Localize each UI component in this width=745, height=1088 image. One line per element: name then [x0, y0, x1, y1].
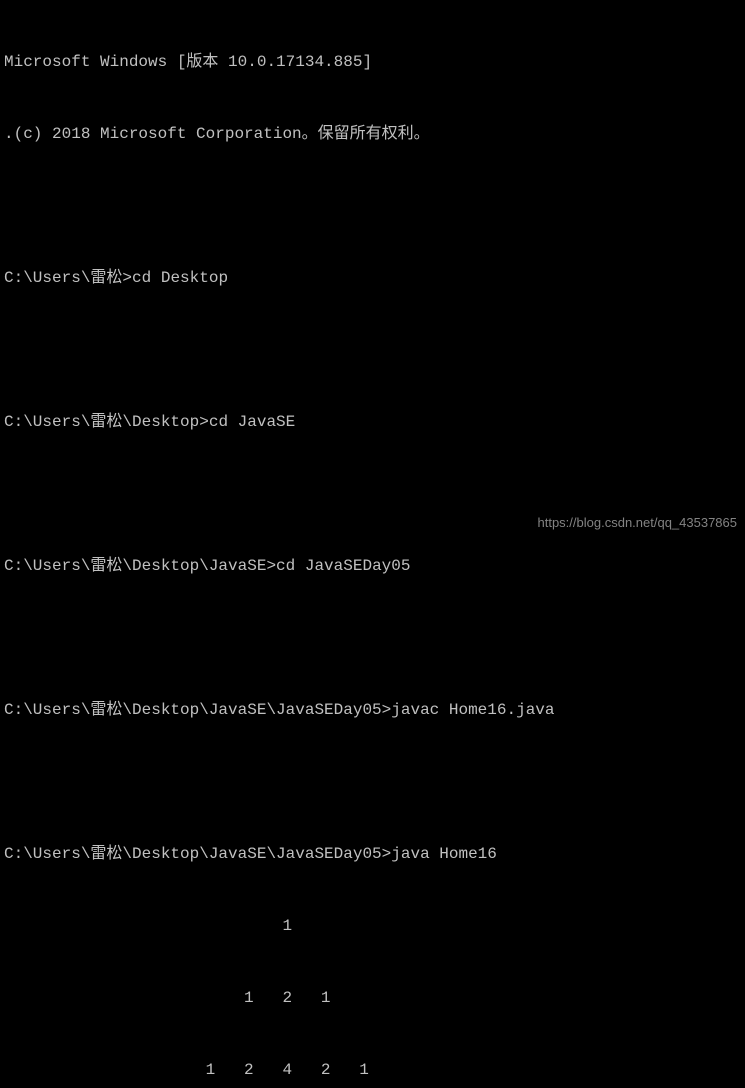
version-line: Microsoft Windows [版本 10.0.17134.885]	[4, 50, 741, 74]
command-line: C:\Users\雷松\Desktop>cd JavaSE	[4, 410, 741, 434]
command-line: C:\Users\雷松\Desktop\JavaSE>cd JavaSEDay0…	[4, 554, 741, 578]
prompt: C:\Users\雷松\Desktop\JavaSE>	[4, 557, 276, 575]
output-row: 1 2 4 2 1	[4, 1058, 741, 1082]
blank-line	[4, 338, 741, 362]
prompt: C:\Users\雷松>	[4, 269, 132, 287]
command-line: C:\Users\雷松\Desktop\JavaSE\JavaSEDay05>j…	[4, 698, 741, 722]
output-row: 1 2 1	[4, 986, 741, 1010]
command-text: java Home16	[391, 845, 497, 863]
command-text: cd Desktop	[132, 269, 228, 287]
prompt: C:\Users\雷松\Desktop\JavaSE\JavaSEDay05>	[4, 701, 391, 719]
output-row: 1	[4, 914, 741, 938]
command-line: C:\Users\雷松\Desktop\JavaSE\JavaSEDay05>j…	[4, 842, 741, 866]
command-text: cd JavaSEDay05	[276, 557, 410, 575]
blank-line	[4, 194, 741, 218]
watermark-text: https://blog.csdn.net/qq_43537865	[538, 513, 738, 533]
prompt: C:\Users\雷松\Desktop>	[4, 413, 209, 431]
command-text: javac Home16.java	[391, 701, 554, 719]
terminal-output[interactable]: Microsoft Windows [版本 10.0.17134.885] .(…	[4, 2, 741, 1088]
command-line: C:\Users\雷松>cd Desktop	[4, 266, 741, 290]
blank-line	[4, 626, 741, 650]
blank-line	[4, 770, 741, 794]
command-text: cd JavaSE	[209, 413, 295, 431]
copyright-line: .(c) 2018 Microsoft Corporation。保留所有权利。	[4, 122, 741, 146]
blank-line	[4, 482, 741, 506]
prompt: C:\Users\雷松\Desktop\JavaSE\JavaSEDay05>	[4, 845, 391, 863]
